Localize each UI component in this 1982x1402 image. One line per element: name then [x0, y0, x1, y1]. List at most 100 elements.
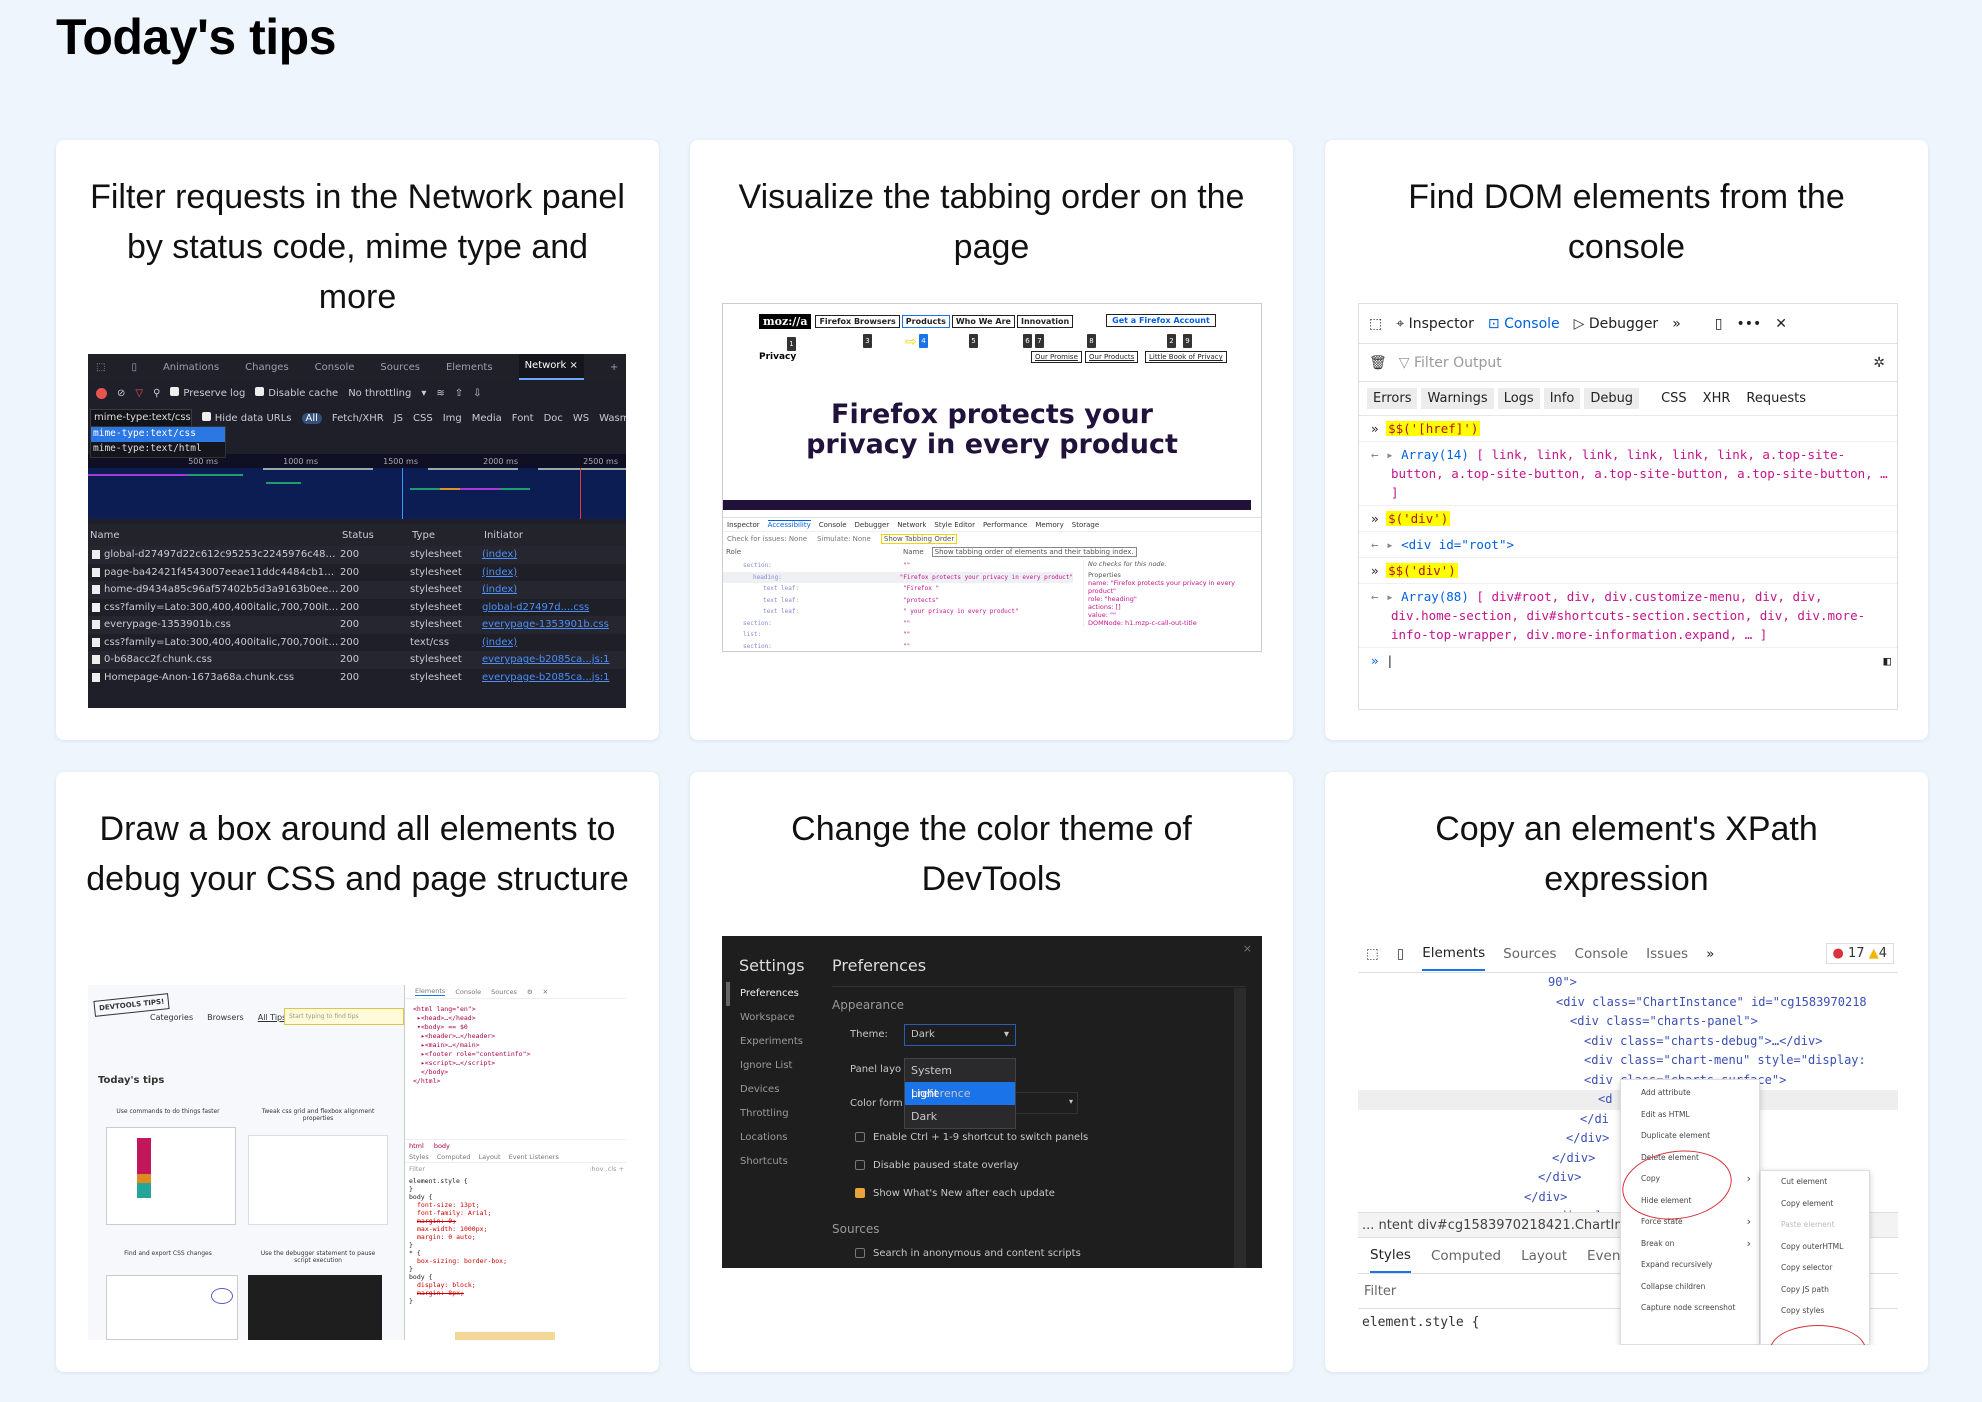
- request-status: 200: [340, 619, 360, 631]
- chevron-down-icon: ▾: [421, 387, 427, 399]
- network-toolbar: ⊘ ▽ ⚲ Preserve log Disable cache No thro…: [88, 380, 626, 406]
- tip-title[interactable]: Draw a box around all elements to debug …: [86, 804, 629, 904]
- tip-card-tabbing-order[interactable]: Visualize the tabbing order on the page …: [690, 140, 1293, 740]
- tab-index-badge: 3: [863, 334, 872, 348]
- tab-index-badge: 7: [1035, 334, 1044, 348]
- prompt-icon: »: [1371, 421, 1379, 436]
- gear-icon: ⚙: [526, 987, 533, 996]
- request-status: 200: [340, 584, 360, 596]
- css-rule-line: element.style {: [409, 1177, 468, 1185]
- dom-line: <div class="ChartInstance" id="cg1583970…: [1556, 994, 1867, 1009]
- tree-role: text leaf:: [763, 608, 800, 616]
- request-initiator: everypage-b2085ca...js:1: [482, 654, 610, 666]
- tree-name: "Firefox ": [903, 585, 940, 593]
- table-row: global-d27497d22c612c95253c2245976c48b1c…: [88, 546, 626, 564]
- firefox-devtools: Inspector Accessibility Console Debugger…: [723, 517, 1261, 651]
- tips-search-input: Start typing to find tips: [284, 1008, 404, 1025]
- disable-cache-checkbox: Disable cache: [255, 387, 338, 399]
- tab-console: Console: [1574, 945, 1629, 962]
- mini-tip-image: [248, 1275, 382, 1340]
- console-output: » $$('[href]') ← ▸ Array(14) [ link, lin…: [1359, 416, 1897, 673]
- theme-dropdown: System preference Light Dark: [904, 1058, 1016, 1129]
- css-rule-line: body {: [409, 1273, 433, 1281]
- section-sources: Sources: [832, 1222, 880, 1236]
- level-warnings: Warnings: [1421, 388, 1494, 409]
- request-type: stylesheet: [410, 566, 462, 578]
- filter-icon: ▽: [135, 387, 144, 399]
- checkbox-icon: [855, 1132, 865, 1142]
- arrow-icon: ⇨: [905, 334, 917, 350]
- tab-index-badge: 2: [1167, 334, 1176, 348]
- requests-table: Name Status Type Initiator global-d27497…: [88, 524, 626, 686]
- autocomplete-dropdown: mime-type:text/css mime-type:text/html: [90, 426, 226, 458]
- close-icon: ×: [1242, 942, 1252, 955]
- tip-title[interactable]: Find DOM elements from the console: [1355, 172, 1898, 272]
- file-icon: [92, 585, 100, 595]
- dom-line: <div class="charts-debug">…</div>: [1584, 1033, 1823, 1048]
- checkbox-checked-icon: [855, 1188, 865, 1198]
- request-type: stylesheet: [410, 654, 462, 666]
- tip-card-outline-elements[interactable]: Draw a box around all elements to debug …: [56, 772, 659, 1372]
- filter-input: mime-type:text/css: [90, 409, 192, 427]
- tip-title[interactable]: Copy an element's XPath expression: [1355, 804, 1898, 904]
- settings-sidebar: Preferences Workspace Experiments Ignore Li…: [740, 982, 803, 1174]
- dom-line: <div class="chart-menu" style="display:: [1584, 1053, 1866, 1067]
- table-row: Homepage-Anon-1673a68a.chunk.css 200 style…: [88, 668, 626, 686]
- chevron-right-icon: ›: [1746, 1215, 1751, 1228]
- autocomplete-option: mime-type:text/css: [91, 427, 225, 442]
- nav-link: Products: [901, 315, 950, 328]
- tip-title[interactable]: Visualize the tabbing order on the page: [720, 172, 1263, 272]
- sub-link: Our Products: [1085, 351, 1139, 363]
- close-icon: ✕: [542, 987, 549, 996]
- tab-debugger: ▷ Debugger: [1573, 315, 1659, 332]
- devtools-tabbar: ⬚ ⌖ Inspector ⊡ Console ▷ Debugger » ▯ •…: [1359, 304, 1897, 344]
- tip-card-console-dom[interactable]: Find DOM elements from the console ⬚ ⌖ I…: [1325, 140, 1928, 740]
- request-initiator: (index): [482, 636, 518, 648]
- css-rule-line: display: block;: [417, 1281, 476, 1289]
- css-rule-line: box-sizing: border-box;: [417, 1257, 508, 1265]
- tab-index-badge: 4: [919, 334, 928, 348]
- tab-sources: Sources: [380, 361, 420, 373]
- tab-index-badge: 8: [1087, 334, 1096, 348]
- tab-index-badge: 5: [969, 334, 978, 348]
- level-info: Info: [1543, 388, 1581, 409]
- tree-role: section:: [743, 562, 772, 570]
- tab: Memory: [1035, 520, 1064, 529]
- dom-line: <div class="charts-panel">: [1570, 1014, 1758, 1028]
- submenu-item: Cut element: [1781, 1177, 1828, 1186]
- tip-card-network-filter[interactable]: Filter requests in the Network panel by …: [56, 140, 659, 740]
- request-initiator: everypage-1353901b.css: [482, 619, 609, 631]
- tip-screenshot-tabbing: moz://a Firefox Browsers Products Who We…: [722, 303, 1262, 652]
- tree-role: text leaf:: [763, 596, 800, 604]
- overflow-icon: »: [1672, 315, 1681, 332]
- tree-name: "Firefox protects your privacy in every …: [899, 573, 1073, 581]
- css-rule-line: margin: 8px;: [417, 1289, 464, 1297]
- tree-role: heading:: [753, 573, 782, 581]
- css-rule-line: }: [409, 1185, 413, 1193]
- mini-tip-title: Tweak css grid and flexbox alignment pro…: [261, 1108, 375, 1122]
- site-nav: moz://a Firefox Browsers Products Who We…: [759, 314, 1075, 329]
- prompt-icon: »: [1371, 511, 1379, 526]
- tree-name: "": [903, 619, 911, 627]
- request-status: 200: [340, 566, 360, 578]
- hide-data-urls-checkbox: Hide data URLs: [201, 412, 292, 424]
- tip-title[interactable]: Change the color theme of DevTools: [720, 804, 1263, 904]
- devtools-tabbar: ⬚ ▯ Animations Changes Console Sources E…: [88, 354, 626, 380]
- tip-title[interactable]: Filter requests in the Network panel by …: [86, 172, 629, 322]
- tip-card-color-theme[interactable]: Change the color theme of DevTools × Set…: [690, 772, 1293, 1372]
- table-row: css?family=Lato:300,400,400italic,700,70…: [88, 633, 626, 651]
- tip-card-copy-xpath[interactable]: Copy an element's XPath expression ⬚ ▯ E…: [1325, 772, 1928, 1372]
- level-debug: Debug: [1584, 388, 1640, 409]
- request-name: global-d27497d22c612c95253c2245976c48b1c…: [104, 549, 340, 561]
- request-initiator: (index): [482, 584, 518, 596]
- scrollbar: [1234, 988, 1246, 1268]
- level-errors: Errors: [1367, 388, 1418, 409]
- page-title: Today's tips: [56, 9, 337, 65]
- sources-checkbox: Search in anonymous and content scripts: [855, 1248, 1081, 1259]
- result-arrow-icon: ←: [1371, 589, 1379, 604]
- filter-row: 🗑 ▽ Filter Output ✲: [1359, 344, 1897, 382]
- css-rule-line: font-family: Arial;: [417, 1209, 492, 1217]
- tab-issues: Issues: [1646, 945, 1689, 962]
- table-header: Name Status Type Initiator: [88, 524, 626, 546]
- tab-network-label: Network: [524, 360, 567, 371]
